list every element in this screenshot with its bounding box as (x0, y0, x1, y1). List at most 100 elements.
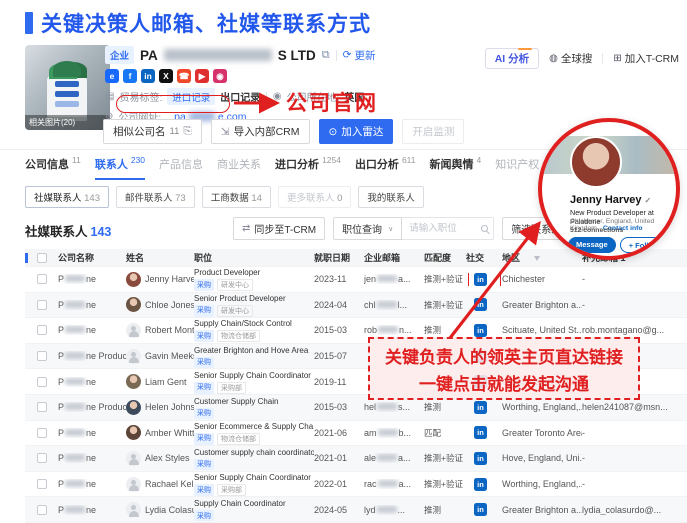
tab-产品信息[interactable]: 产品信息 (159, 156, 203, 180)
ai-analysis-button[interactable]: AI 分析 (485, 48, 539, 69)
e-icon[interactable]: e (105, 69, 119, 83)
profile-connections: 512 connections (570, 227, 623, 234)
row-checkbox[interactable] (37, 479, 47, 489)
linkedin-icon[interactable]: in (474, 452, 487, 465)
similar-company-button[interactable]: 相似公司名11 ⎘ (103, 119, 202, 144)
tag-purchase: 采购 (194, 484, 214, 496)
cell-company: Pne (58, 300, 126, 310)
tag-purchase: 采购 (194, 305, 214, 317)
cell-date: 2024-04 (314, 300, 364, 310)
monitor-button[interactable]: 开启监测 (402, 119, 464, 144)
linkedin-icon[interactable]: in (474, 324, 487, 337)
cell-social: in (466, 273, 502, 286)
contact-name: Alex Styles (145, 453, 190, 463)
select-all-checkbox[interactable] (37, 253, 47, 263)
refresh-button[interactable]: ⟳更新 (343, 48, 376, 63)
linkedin-icon[interactable]: in (141, 69, 155, 83)
divider (336, 50, 337, 61)
position-tags: 采购采购部 (194, 382, 310, 394)
global-search-button[interactable]: ◍ 全球搜 (549, 51, 592, 66)
row-checkbox[interactable] (37, 325, 47, 335)
search-icon[interactable] (481, 225, 488, 232)
linkedin-icon[interactable]: in (474, 503, 487, 516)
cell-social: in (466, 401, 502, 414)
row-checkbox[interactable] (37, 274, 47, 284)
tab-出口分析[interactable]: 出口分析611 (355, 156, 416, 180)
subtab-社媒联系人[interactable]: 社媒联系人 143 (25, 186, 109, 208)
contact-name: Chloe Jones (145, 300, 194, 310)
tab-商业关系[interactable]: 商业关系 (217, 156, 261, 180)
position-tags: 采购 (194, 408, 310, 419)
cell-date: 2019-11 (314, 377, 364, 387)
youtube-icon[interactable]: ▶ (195, 69, 209, 83)
position-title: Customer Supply Chain (194, 397, 310, 407)
phone-icon[interactable]: ☎ (177, 69, 191, 83)
tag-purchase: 采购 (194, 459, 214, 470)
company-photo[interactable]: 相关图片(20) (25, 45, 110, 130)
cell-name: Jenny Harvey (126, 272, 194, 287)
tag-purchase: 采购 (194, 433, 214, 445)
column-header-3: 职位 (194, 251, 314, 264)
cell-email: chll... (364, 300, 424, 310)
blurred-company (65, 326, 85, 333)
subtab-邮件联系人[interactable]: 邮件联系人 73 (116, 186, 195, 208)
export-record-chip[interactable]: 出口记录 (220, 89, 260, 104)
position-tags: 采购采购部 (194, 484, 310, 496)
instagram-icon[interactable]: ◉ (213, 69, 227, 83)
job-query-dropdown[interactable]: 职位查询∨ (333, 217, 402, 240)
position-title: Supply Chain Coordinator (194, 499, 310, 509)
blurred-email (378, 429, 398, 436)
table-row: PneLydia ColasurdoSupply Chain Coordinat… (25, 497, 687, 523)
company-photo-caption: 相关图片(20) (25, 115, 110, 130)
tab-进口分析[interactable]: 进口分析1254 (275, 156, 341, 180)
filter-funnel-icon[interactable] (534, 256, 540, 261)
cell-position: Customer Supply Chain采购 (194, 396, 314, 419)
tab-label: 公司信息 (25, 156, 69, 172)
follow-button[interactable]: + Follow (620, 237, 668, 253)
cell-date: 2024-05 (314, 505, 364, 515)
linkedin-icon[interactable]: in (474, 298, 487, 311)
add-radar-button[interactable]: ⊙ 加入雷达 (319, 119, 394, 144)
row-checkbox[interactable] (37, 428, 47, 438)
website-annotation-label: 公司官网 (286, 87, 378, 117)
subtab-我的联系人[interactable]: 我的联系人 (358, 186, 424, 208)
row-checkbox[interactable] (37, 377, 47, 387)
import-record-chip[interactable]: 进口记录 (167, 88, 215, 105)
row-checkbox[interactable] (37, 402, 47, 412)
sync-tcrm-button[interactable]: ⇄ 同步至T-CRM (233, 217, 325, 240)
message-button[interactable]: Message (568, 237, 616, 253)
row-checkbox[interactable] (37, 505, 47, 515)
subtab-更多联系人[interactable]: 更多联系人 0 (278, 186, 351, 208)
tab-count: 611 (402, 155, 416, 165)
x-icon[interactable]: X (159, 69, 173, 83)
tag-purchase: 采购 (194, 408, 214, 419)
section-title: 社媒联系人143 (25, 221, 111, 240)
row-checkbox[interactable] (37, 351, 47, 361)
position-title: Senior Supply Chain Coordinator (194, 371, 310, 381)
cell-date: 2022-01 (314, 479, 364, 489)
cell-region: Chichester (502, 274, 582, 284)
top-actions: AI 分析 ◍ 全球搜 ⊞ 加入T-CRM (485, 48, 679, 69)
import-crm-button[interactable]: ⇲ 导入内部CRM (211, 119, 310, 144)
avatar-placeholder-icon (126, 451, 141, 466)
join-tcrm-button[interactable]: ⊞ 加入T-CRM (613, 51, 679, 66)
tab-知识产权[interactable]: 知识产权 (495, 156, 539, 180)
cell-select (25, 351, 58, 361)
facebook-icon[interactable]: f (123, 69, 137, 83)
cell-position: Product Developer采购研发中心 (194, 267, 314, 291)
blurred-company (65, 480, 85, 487)
tag-department: 研发中心 (217, 305, 253, 317)
row-checkbox[interactable] (37, 300, 47, 310)
tab-公司信息[interactable]: 公司信息11 (25, 156, 81, 180)
subtab-工商数据[interactable]: 工商数据 14 (202, 186, 271, 208)
chevron-down-icon: ∨ (388, 225, 393, 233)
tab-新闻舆情[interactable]: 新闻舆情4 (430, 156, 482, 180)
cell-name: Gavin Meeks (126, 349, 194, 364)
linkedin-icon[interactable]: in (474, 426, 487, 439)
tab-联系人[interactable]: 联系人230 (95, 156, 145, 180)
linkedin-icon[interactable]: in (474, 401, 487, 414)
copy-icon[interactable]: ⧉ (322, 49, 330, 62)
row-checkbox[interactable] (37, 453, 47, 463)
cell-social: in (466, 324, 502, 337)
linkedin-icon[interactable]: in (474, 478, 487, 491)
